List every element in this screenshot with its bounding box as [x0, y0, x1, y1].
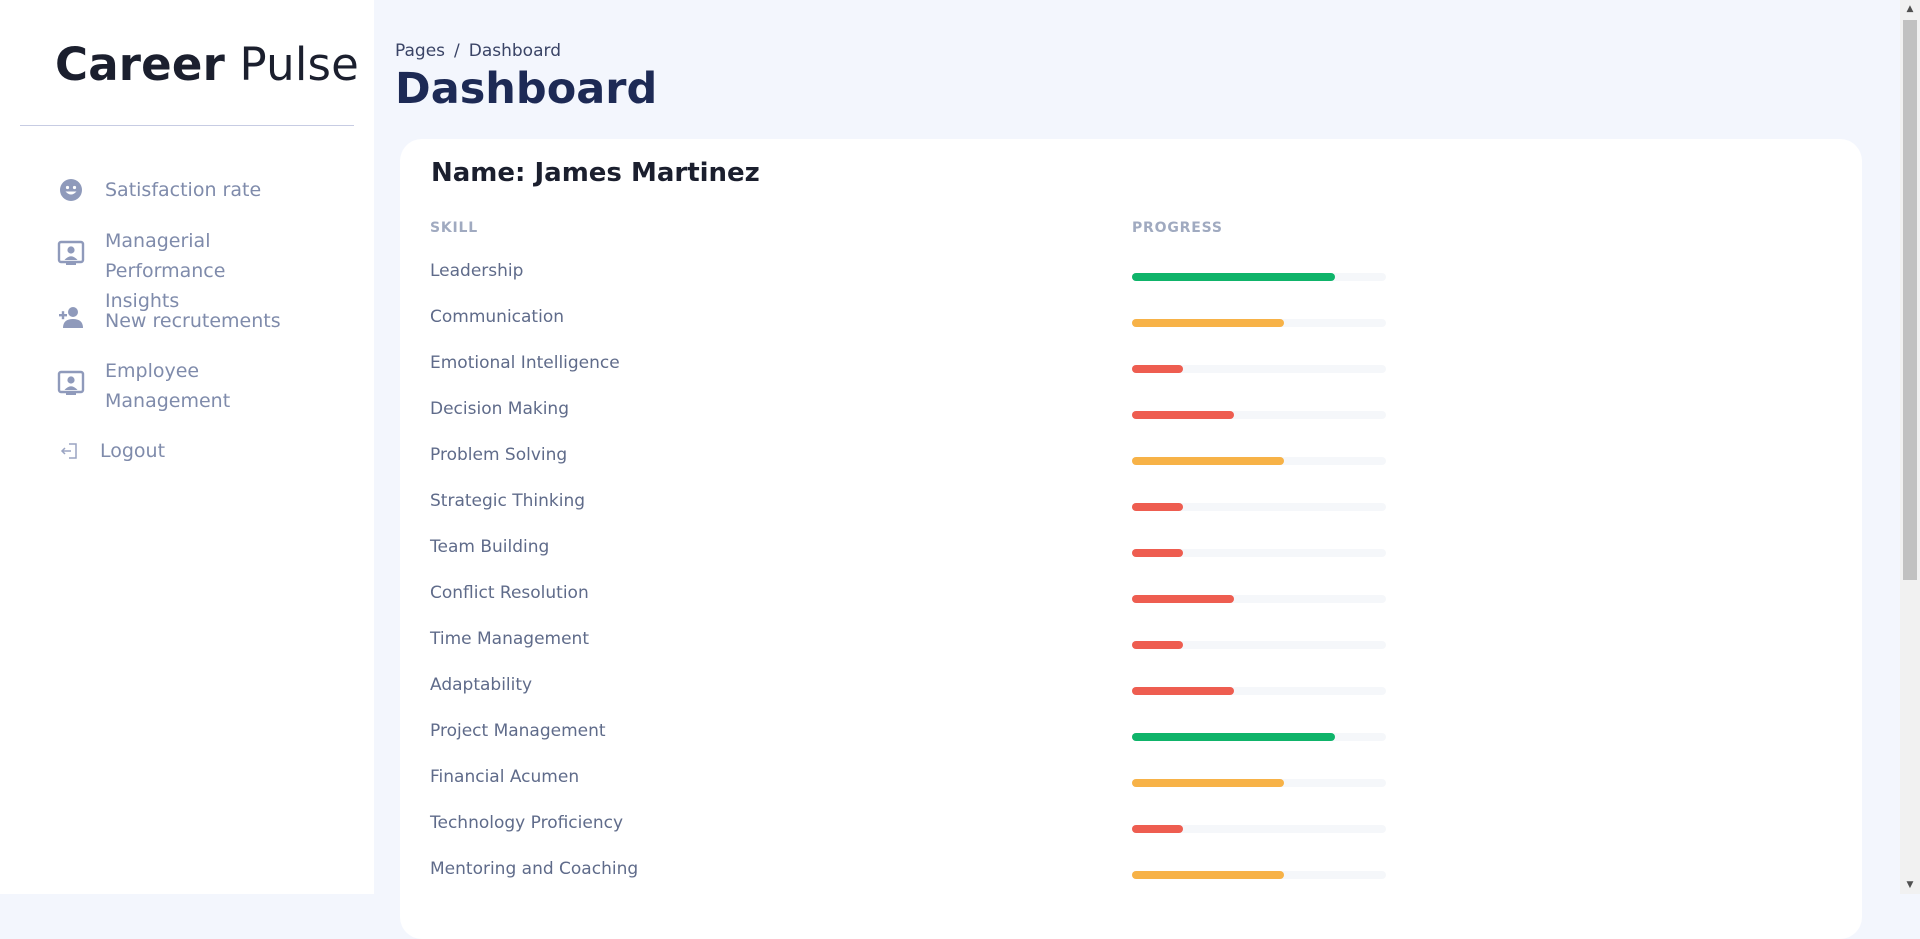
progress-track: [1132, 595, 1386, 603]
table-row: Decision Making: [400, 389, 1862, 435]
skill-label: Communication: [430, 307, 564, 327]
table-row: Problem Solving: [400, 435, 1862, 481]
scroll-thumb[interactable]: [1903, 20, 1917, 580]
progress-bar-fill: [1132, 365, 1183, 373]
progress-track: [1132, 273, 1386, 281]
scroll-up-arrow-icon[interactable]: ▲: [1900, 0, 1920, 18]
progress-track: [1132, 871, 1386, 879]
skill-label: Leadership: [430, 261, 524, 281]
brand-logo[interactable]: Career Pulse: [55, 38, 359, 91]
progress-bar-fill: [1132, 779, 1285, 787]
presentation-user-icon: [56, 368, 86, 398]
breadcrumb: Pages / Dashboard: [395, 41, 561, 61]
progress-track: [1132, 549, 1386, 557]
table-row: Adaptability: [400, 665, 1862, 711]
table-row: Project Management: [400, 711, 1862, 757]
skill-label: Adaptability: [430, 675, 533, 695]
skill-label: Mentoring and Coaching: [430, 859, 639, 879]
skills-card: Name: James Martinez SKILL PROGRESS Lead…: [400, 139, 1862, 939]
progress-bar-fill: [1132, 273, 1336, 281]
progress-track: [1132, 641, 1386, 649]
skill-label: Team Building: [430, 537, 550, 557]
scroll-down-arrow-icon[interactable]: ▼: [1900, 876, 1920, 894]
sidebar-item-new-recrutements[interactable]: New recrutements: [56, 306, 305, 336]
progress-bar-fill: [1132, 411, 1234, 419]
brand-light: Pulse: [239, 38, 360, 91]
sidebar-item-label: Logout: [100, 440, 166, 462]
sidebar-item-label: Managerial Performance Insights: [105, 230, 226, 312]
logout-icon: [56, 436, 82, 466]
table-row: Leadership: [400, 251, 1862, 297]
progress-bar-fill: [1132, 825, 1183, 833]
skill-label: Decision Making: [430, 399, 569, 419]
progress-track: [1132, 457, 1386, 465]
sidebar-item-label: Satisfaction rate: [105, 179, 262, 201]
table-row: Time Management: [400, 619, 1862, 665]
progress-bar-fill: [1132, 549, 1183, 557]
skill-label: Strategic Thinking: [430, 491, 586, 511]
progress-bar-fill: [1132, 641, 1183, 649]
column-header-skill: SKILL: [430, 220, 478, 236]
skill-label: Time Management: [430, 629, 589, 649]
progress-bar-fill: [1132, 733, 1336, 741]
progress-track: [1132, 365, 1386, 373]
breadcrumb-root[interactable]: Pages: [395, 41, 445, 61]
brand-bold: Career: [55, 38, 226, 91]
skill-label: Project Management: [430, 721, 606, 741]
progress-track: [1132, 411, 1386, 419]
sidebar-item-employee-management[interactable]: Employee Management: [56, 356, 305, 416]
table-row: Mentoring and Coaching: [400, 849, 1862, 895]
sidebar-item-satisfaction-rate[interactable]: Satisfaction rate: [56, 175, 305, 205]
table-row: Team Building: [400, 527, 1862, 573]
progress-track: [1132, 733, 1386, 741]
progress-bar-fill: [1132, 687, 1234, 695]
skill-label: Emotional Intelligence: [430, 353, 620, 373]
page-scrollbar[interactable]: ▲ ▼: [1900, 0, 1920, 894]
progress-track: [1132, 319, 1386, 327]
skills-list: Leadership Communication Emotional Intelli…: [400, 251, 1862, 895]
table-row: Strategic Thinking: [400, 481, 1862, 527]
progress-track: [1132, 779, 1386, 787]
user-plus-icon: [56, 302, 86, 332]
progress-track: [1132, 687, 1386, 695]
sidebar: Career Pulse Satisfaction rate Manageria…: [0, 0, 374, 894]
breadcrumb-current: Dashboard: [468, 41, 561, 61]
progress-bar-fill: [1132, 457, 1285, 465]
progress-bar-fill: [1132, 319, 1285, 327]
progress-bar-fill: [1132, 503, 1183, 511]
skill-label: Problem Solving: [430, 445, 568, 465]
employee-name: Name: James Martinez: [431, 158, 760, 188]
table-row: Emotional Intelligence: [400, 343, 1862, 389]
sidebar-item-managerial-performance-insights[interactable]: Managerial Performance Insights: [56, 226, 305, 316]
table-row: Communication: [400, 297, 1862, 343]
table-row: Financial Acumen: [400, 757, 1862, 803]
table-row: Conflict Resolution: [400, 573, 1862, 619]
progress-track: [1132, 825, 1386, 833]
skill-label: Conflict Resolution: [430, 583, 589, 603]
sidebar-item-label: Employee Management: [105, 360, 231, 412]
smiley-icon: [56, 175, 86, 205]
progress-bar-fill: [1132, 871, 1285, 879]
page-title: Dashboard: [395, 64, 658, 114]
sidebar-item-logout[interactable]: Logout: [56, 436, 300, 466]
progress-bar-fill: [1132, 595, 1234, 603]
progress-track: [1132, 503, 1386, 511]
sidebar-item-label: New recrutements: [105, 310, 281, 332]
presentation-user-icon: [56, 238, 86, 268]
column-header-progress: PROGRESS: [1132, 220, 1223, 236]
sidebar-divider: [20, 125, 354, 126]
table-row: Technology Proficiency: [400, 803, 1862, 849]
breadcrumb-separator: /: [454, 41, 460, 61]
skill-label: Financial Acumen: [430, 767, 580, 787]
skill-label: Technology Proficiency: [430, 813, 624, 833]
